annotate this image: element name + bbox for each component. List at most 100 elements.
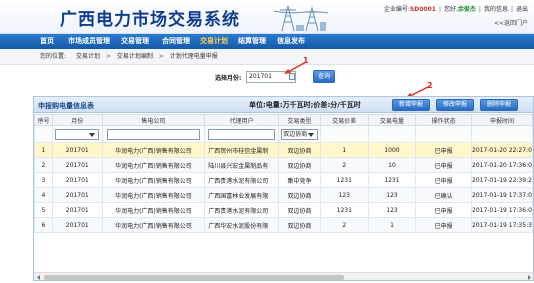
query-button[interactable]: 查询 [313, 70, 335, 83]
table-cell: 201701 [51, 172, 103, 188]
table-header-row: 序号 月份 售电公司 代理用户 交易类型 交易价差 交易电量 操作状态 申报时间 [34, 114, 533, 126]
app-header: 广西电力市场交易系统 企业编号:SD0001 | 您好,余俊杰 | 我的信息 | 退出 <<… [0, 0, 534, 34]
breadcrumb-item-current: 计划代理电量申报 [169, 53, 218, 60]
table-row[interactable]: 1 201701 华润电力(广西)销售有限公司 广西贺州市桂信金属制 双边协商 1 1000… [34, 142, 533, 158]
horizontal-scrollbar[interactable] [34, 272, 533, 281]
col-header: 代理用户 [204, 114, 280, 126]
company-label: 企业编号: [383, 6, 410, 13]
nav-settlement[interactable]: 结算管理 [238, 34, 266, 49]
table-cell: 2017-01-19 17:37:0 [470, 187, 533, 203]
panel-header: 申报购电量信息表 单位:电量:万千瓦时;价差:分/千瓦时 新增申报 修改申报 删… [34, 97, 533, 113]
app-title: 广西电力市场交易系统 [60, 10, 240, 30]
add-declaration-button[interactable]: 新增申报 [392, 99, 430, 111]
nav-members[interactable]: 市场成员管理 [68, 34, 110, 49]
table-cell: 陆川县兴宏金属制品有 [204, 157, 280, 173]
table-cell: 2017-01-19 22:39:2 [470, 172, 533, 188]
user-bar: 企业编号:SD0001 | 您好,余俊杰 | 我的信息 | 退出 [383, 6, 528, 13]
edit-declaration-button[interactable]: 修改申报 [436, 99, 474, 111]
table-cell: 6 [34, 217, 53, 233]
month-filter-select[interactable] [55, 128, 100, 140]
table-row[interactable]: 5 201701 华润电力(广西)销售有限公司 广西贵港水泥有限公司 双边协商 1231 1… [34, 202, 533, 218]
table-cell: 华润电力(广西)销售有限公司 [101, 202, 206, 218]
breadcrumb-separator: > [158, 53, 164, 60]
back-to-portal-link[interactable]: <<返回门户 [494, 18, 528, 27]
table-cell: 1 [34, 142, 53, 158]
table-cell: 1 [319, 142, 369, 158]
table-cell: 1231 [319, 172, 369, 188]
col-header: 交易价差 [319, 114, 369, 126]
table-cell: 123 [319, 187, 369, 203]
col-header: 售电公司 [101, 114, 206, 126]
table-cell: 2017-01-19 17:35:3 [470, 217, 533, 233]
table-cell: 双边协商 [278, 217, 321, 233]
nav-trading-plan[interactable]: 交易计划 [200, 34, 228, 49]
company-filter-input[interactable] [106, 128, 201, 140]
table-cell: 201701 [51, 187, 103, 203]
type-filter-select[interactable]: 双边协商 [281, 128, 318, 140]
scroll-right-icon[interactable] [525, 274, 533, 281]
month-label: 选择月份: [215, 75, 242, 82]
greeting: 您好, [443, 6, 458, 13]
nav-contracts[interactable]: 合同管理 [162, 34, 190, 49]
nav-info-publish[interactable]: 信息发布 [277, 34, 305, 49]
table-row[interactable]: 4 201701 华润电力(广西)销售有限公司 广西国富林业发展有限 双边协商 123 12… [34, 187, 533, 203]
col-header: 交易类型 [278, 114, 321, 126]
table-cell: 5 [34, 202, 53, 218]
table-cell: 双边协商 [278, 157, 321, 173]
scroll-left-icon[interactable] [35, 274, 43, 281]
nav-trading[interactable]: 交易管理 [121, 34, 149, 49]
col-header: 交易电量 [367, 114, 417, 126]
company-code: SD0001 [409, 6, 436, 13]
query-bar: 选择月份: 201701 查询 [0, 66, 534, 92]
breadcrumb-item[interactable]: 交易计划 [76, 53, 100, 60]
delete-declaration-button[interactable]: 删除申报 [480, 99, 518, 111]
table-cell: 已申报 [415, 172, 472, 188]
table-cell: 4 [34, 187, 53, 203]
table-cell: 集中竞争 [278, 172, 321, 188]
table-cell: 1 [367, 217, 417, 233]
table-cell: 已申报 [415, 217, 472, 233]
breadcrumb-item[interactable]: 交易计划编制 [117, 53, 153, 60]
col-header: 操作状态 [415, 114, 472, 126]
main-nav: 首页 市场成员管理 交易管理 合同管理 交易计划 结算管理 信息发布 [0, 34, 534, 49]
table-cell: 201701 [51, 217, 103, 233]
annotation-label-2: 2 [427, 81, 433, 90]
table-row[interactable]: 3 201701 华润电力(广西)销售有限公司 广西贵港水泥有限公司 集中竞争 1231 1… [34, 172, 533, 188]
table-cell: 2017-01-19 17:36:0 [470, 202, 533, 218]
logout-link[interactable]: 退出 [516, 6, 528, 13]
declaration-panel: 申报购电量信息表 单位:电量:万千瓦时;价差:分/千瓦时 新增申报 修改申报 删… [33, 96, 534, 281]
table-row[interactable]: 6 201701 华润电力(广西)销售有限公司 广西华宏水泥股份有限 双边协商 2 1 已申报… [34, 217, 533, 233]
table-cell: 双边协商 [278, 142, 321, 158]
table-cell: 201701 [51, 142, 103, 158]
table-cell: 华润电力(广西)销售有限公司 [101, 142, 206, 158]
table-cell: 1231 [367, 172, 417, 188]
table-cell: 201701 [51, 202, 103, 218]
table-cell: 广西国富林业发展有限 [204, 187, 280, 203]
table-cell: 10 [367, 157, 417, 173]
table-cell: 1000 [367, 142, 417, 158]
table-cell: 广西华宏水泥股份有限 [204, 217, 280, 233]
breadcrumb: 您的位置: 交易计划 > 交易计划编制 > 计划代理电量申报 [0, 49, 534, 65]
nav-home[interactable]: 首页 [40, 34, 54, 49]
table-row[interactable]: 2 201701 华润电力(广西)销售有限公司 陆川县兴宏金属制品有 双边协商 2 10 已申… [34, 157, 533, 173]
table-cell: 双边协商 [278, 187, 321, 203]
table-cell: 123 [367, 202, 417, 218]
table-cell: 华润电力(广西)销售有限公司 [101, 157, 206, 173]
table-cell: 已申报 [415, 142, 472, 158]
table-cell: 2017-01-20 22:27:0 [470, 142, 533, 158]
table-cell: 3 [34, 172, 53, 188]
scrollbar-thumb[interactable] [44, 275, 344, 280]
table-cell: 广西贺州市桂信金属制 [204, 142, 280, 158]
table-cell: 广西贵港水泥有限公司 [204, 202, 280, 218]
breadcrumb-separator: > [105, 53, 111, 60]
filter-row: 双边协商 [34, 125, 533, 143]
table-cell: 2017-01-20 17:36:0 [470, 157, 533, 173]
breadcrumb-label: 您的位置: [40, 53, 67, 60]
power-tower-icon [273, 5, 328, 32]
user-filter-input[interactable] [208, 128, 276, 140]
my-info-link[interactable]: 我的信息 [484, 6, 508, 13]
table-cell: 123 [367, 187, 417, 203]
unit-note: 单位:电量:万千瓦时;价差:分/千瓦时 [249, 101, 361, 109]
table-cell: 1231 [319, 202, 369, 218]
table-cell: 已确认 [415, 187, 472, 203]
